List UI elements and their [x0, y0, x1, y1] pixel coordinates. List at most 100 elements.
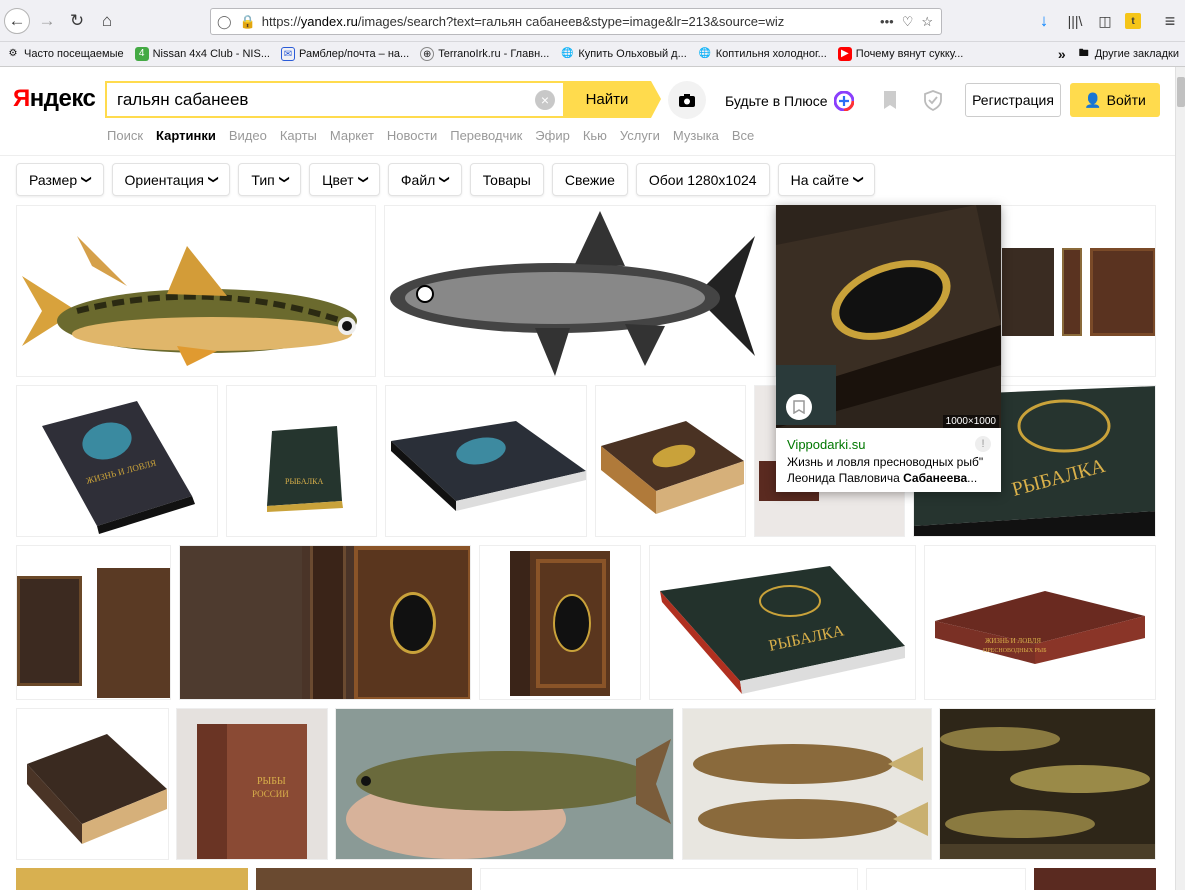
chevron-down-icon: ❯ [357, 175, 369, 184]
home-icon[interactable]: ⌂ [96, 8, 118, 34]
search-button[interactable]: Найти [563, 81, 661, 118]
tab-uslugi[interactable]: Услуги [620, 128, 660, 143]
pocket-icon[interactable]: ♡ [902, 14, 914, 30]
filter-site[interactable]: На сайте ❯ [777, 163, 876, 196]
yandex-logo[interactable]: Яндекс [13, 85, 96, 113]
image-result-partial[interactable] [256, 868, 472, 890]
star-icon[interactable]: ☆ [921, 14, 933, 30]
tab-news[interactable]: Новости [387, 128, 437, 143]
shield-icon[interactable]: ◯ [217, 14, 232, 30]
filter-fresh[interactable]: Свежие [551, 163, 628, 196]
image-result-partial[interactable] [866, 868, 1026, 890]
login-button[interactable]: 👤 Войти [1070, 83, 1160, 117]
address-bar[interactable]: ◯ 🔒 https://yandex.ru/images/search?text… [210, 8, 942, 35]
register-button[interactable]: Регистрация [965, 83, 1061, 117]
url-text[interactable]: https://yandex.ru/images/search?text=гал… [262, 14, 872, 29]
tab-maps[interactable]: Карты [280, 128, 317, 143]
image-result-book-with-case[interactable] [16, 545, 171, 700]
tab-market[interactable]: Маркет [330, 128, 374, 143]
filter-goods[interactable]: Товары [469, 163, 544, 196]
filter-wallpaper[interactable]: Обои 1280x1024 [635, 163, 770, 196]
globe-icon: 🌐 [698, 48, 711, 59]
bookmark-button[interactable] [786, 394, 812, 420]
image-result-book-blue-fish[interactable]: ЖИЗНЬ И ЛОВЛЯ [16, 385, 218, 537]
image-result-book-red[interactable]: ЖИЗНЬ И ЛОВЛЯ ПРЕСНОВОДНЫХ РЫБ [924, 545, 1156, 700]
image-result-fish-in-hand[interactable] [335, 708, 674, 860]
bookmark-item[interactable]: 🌐 Купить Ольховый д... [560, 47, 687, 61]
book-image [510, 551, 610, 696]
lock-icon[interactable]: 🔒 [240, 14, 256, 30]
menu-icon[interactable]: ≡ [1160, 8, 1180, 34]
image-description[interactable]: Жизнь и ловля пресноводных рыб" Леонида … [787, 454, 992, 486]
image-result-two-fish[interactable] [682, 708, 932, 860]
bookmark-item[interactable]: ▶ Почему вянут сукку... [837, 47, 963, 61]
image-result-fish-engraving[interactable] [384, 205, 776, 377]
tab-search[interactable]: Поиск [107, 128, 143, 143]
collections-icon[interactable] [880, 89, 900, 111]
book-front-cover [354, 546, 470, 699]
report-icon[interactable]: ! [975, 436, 991, 452]
book-subtitle-text: ПРЕСНОВОДНЫХ РЫБ [983, 648, 1047, 654]
image-result-partial[interactable] [16, 868, 248, 890]
scrollbar[interactable] [1175, 67, 1185, 890]
image-preview-popup[interactable]: 1000×1000 Vippodarki.su ! Жизнь и ловля … [776, 205, 1001, 492]
image-result-book-rybalka-large[interactable]: РЫБАЛКА [649, 545, 916, 700]
book-image [391, 421, 586, 511]
bookmark-item[interactable]: 🌐 Коптильня холодног... [698, 47, 827, 61]
forward-icon[interactable]: → [36, 8, 58, 34]
download-icon[interactable]: ↓ [1034, 8, 1054, 34]
image-result-fish-aquarium[interactable] [939, 708, 1156, 860]
globe-icon: 🌐 [561, 48, 574, 59]
plus-promo[interactable]: Будьте в Плюсе [725, 91, 854, 111]
other-bookmarks[interactable]: 🖿 Другие закладки [1077, 47, 1179, 61]
image-result-book-ryby-rossii[interactable]: РЫБЫ РОССИИ [176, 708, 328, 860]
reload-icon[interactable]: ↻ [66, 8, 88, 34]
image-result-fish-minnow[interactable] [16, 205, 376, 377]
image-result-book-brown[interactable] [595, 385, 746, 537]
filter-type[interactable]: Тип ❯ [238, 163, 302, 196]
scrollbar-thumb[interactable] [1177, 77, 1185, 107]
plus-icon [833, 91, 854, 111]
book-title-text: РЫБАЛКА [285, 477, 323, 486]
clear-icon[interactable]: × [535, 89, 555, 110]
extension-icon[interactable]: t [1125, 13, 1141, 29]
image-result-book-flat[interactable] [385, 385, 587, 537]
image-result-partial[interactable] [480, 868, 858, 890]
bookmark-item[interactable]: ✉ Рамблер/почта – на... [280, 47, 409, 61]
chevron-down-icon: ❯ [278, 175, 290, 184]
browser-toolbar: ← → ↻ ⌂ ◯ 🔒 https://yandex.ru/images/sea… [0, 0, 1185, 42]
tab-translate[interactable]: Переводчик [450, 128, 522, 143]
bookmarks-overflow-icon[interactable]: » [1058, 46, 1066, 62]
bookmark-item[interactable]: ⊕ TerranoIrk.ru - Главн... [420, 47, 549, 61]
tab-efir[interactable]: Эфир [535, 128, 570, 143]
search-input[interactable] [107, 83, 535, 116]
chevron-down-icon: ❯ [80, 175, 92, 184]
image-result-book-set[interactable] [1001, 205, 1156, 377]
image-result-book-unfolded[interactable] [179, 545, 471, 700]
chevron-down-icon: ❯ [207, 175, 219, 184]
library-icon[interactable]: |||\ [1064, 8, 1086, 34]
tab-music[interactable]: Музыка [673, 128, 719, 143]
protect-icon[interactable] [923, 89, 943, 111]
filter-color[interactable]: Цвет ❯ [309, 163, 380, 196]
tab-all[interactable]: Все [732, 128, 754, 143]
desc-line-2: Леонида Павловича Сабанеева... [787, 471, 978, 485]
filter-orientation[interactable]: Ориентация ❯ [111, 163, 231, 196]
sidebar-icon[interactable]: ◫ [1095, 8, 1115, 34]
image-result-partial[interactable] [1034, 868, 1156, 890]
back-icon[interactable]: ← [4, 8, 30, 34]
tab-q[interactable]: Кью [583, 128, 607, 143]
image-result-book-angled[interactable] [16, 708, 169, 860]
camera-search-button[interactable] [668, 81, 706, 119]
bookmark-item[interactable]: 4 Nissan 4x4 Club - NIS... [134, 47, 270, 61]
filter-size[interactable]: Размер ❯ [16, 163, 104, 196]
tab-images[interactable]: Картинки [156, 128, 216, 143]
book-cover [17, 576, 82, 686]
image-result-book-standing[interactable] [479, 545, 641, 700]
bookmark-item[interactable]: ⚙ Часто посещаемые [6, 47, 124, 61]
tab-video[interactable]: Видео [229, 128, 267, 143]
source-domain-link[interactable]: Vippodarki.su [787, 437, 866, 452]
image-result-book-rybalka[interactable]: РЫБАЛКА [226, 385, 377, 537]
filter-file[interactable]: Файл ❯ [387, 163, 462, 196]
page-actions-icon[interactable]: ••• [880, 14, 894, 29]
